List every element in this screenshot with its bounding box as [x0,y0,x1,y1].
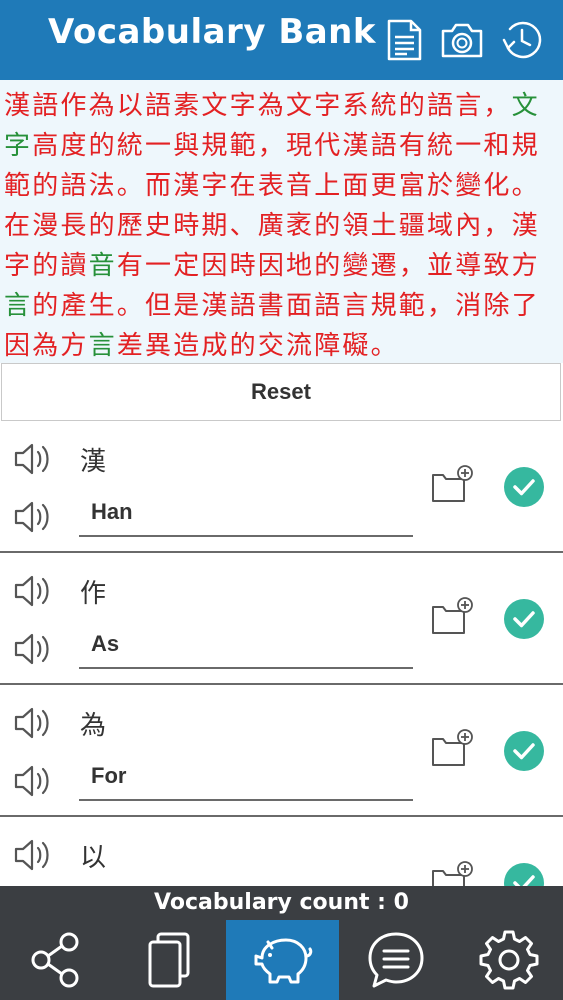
camera-icon[interactable] [440,18,484,62]
speaker-icon[interactable] [12,835,58,875]
vocab-row: 漢 Han [0,421,563,553]
app-header: Vocabulary Bank [0,0,563,80]
vocab-row: 為 For [0,685,563,817]
add-to-folder-icon[interactable] [430,463,476,503]
bottom-nav [0,920,563,1000]
app-title: Vocabulary Bank [48,12,376,52]
speaker-icon[interactable] [12,497,58,537]
speaker-icon[interactable] [12,439,58,479]
passage-segment: 漢語作為以語素文字為文字系統的語言， [4,91,512,121]
document-icon[interactable] [382,18,426,62]
reading-passage: 漢語作為以語素文字為文字系統的語言，文字高度的統一與規範，現代漢語有統一和規範的… [0,80,563,363]
translation-field[interactable]: For [79,751,413,801]
passage-segment: 差異造成的交流障礙。 [116,331,399,361]
vocab-word: 以 [80,843,107,873]
add-to-folder-icon[interactable] [430,595,476,635]
check-icon[interactable] [504,731,544,771]
speaker-icon[interactable] [12,761,58,801]
passage-segment: 音 [88,251,117,281]
passage-segment: 有一定因時因地的變遷，並導致方 [116,251,540,281]
vocab-row: 作 As [0,553,563,685]
check-icon[interactable] [504,863,544,886]
check-icon[interactable] [504,599,544,639]
add-to-folder-icon[interactable] [430,727,476,767]
check-icon[interactable] [504,467,544,507]
piggy-bank-icon[interactable] [226,920,339,1000]
passage-segment: 言 [88,331,117,361]
speaker-icon[interactable] [12,703,58,743]
vocab-word: 漢 [80,447,107,477]
speaker-icon[interactable] [12,629,58,669]
cards-icon[interactable] [113,920,226,1000]
vocab-word: 作 [80,579,107,609]
add-to-folder-icon[interactable] [430,859,476,886]
vocab-word: 為 [80,711,107,741]
speaker-icon[interactable] [12,571,58,611]
vocabulary-count: Vocabulary count : 0 [0,886,563,920]
passage-segment: 言 [4,291,33,321]
history-icon[interactable] [500,18,544,62]
share-icon[interactable] [0,920,113,1000]
translation-field[interactable]: Han [79,487,413,537]
vocab-row: 以 [0,817,563,886]
translation-field[interactable]: As [79,619,413,669]
chat-icon[interactable] [339,920,452,1000]
vocabulary-list: 漢 Han 作 As 為 For 以 [0,421,563,886]
reset-button[interactable]: Reset [1,363,561,421]
settings-icon[interactable] [452,920,563,1000]
passage-segment: 高度的統一與規範， [32,131,287,161]
